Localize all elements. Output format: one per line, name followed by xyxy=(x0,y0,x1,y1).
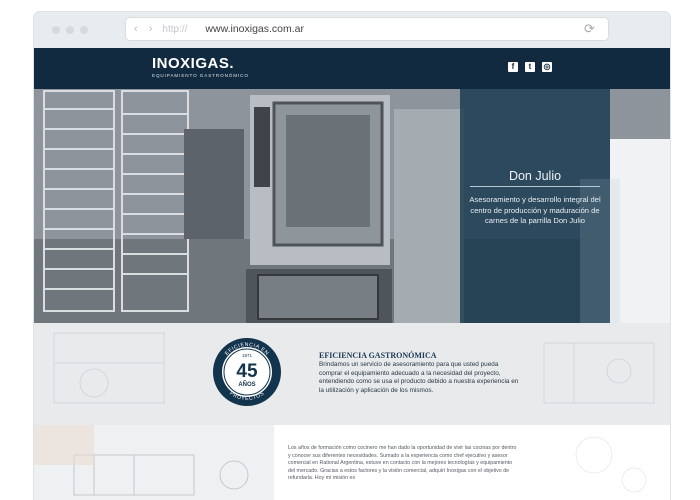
hero-banner: Don Julio Asesoramiento y desarrollo int… xyxy=(34,89,670,323)
address-bar[interactable]: ‹ › http:// www.inoxigas.com.ar xyxy=(126,18,608,40)
browser-toolbar: ‹ › http:// www.inoxigas.com.ar ⟳ xyxy=(34,12,670,48)
efficiency-title: EFICIENCIA GASTRONÓMICA xyxy=(319,351,437,360)
instagram-icon[interactable]: ◎ xyxy=(542,62,552,72)
website-content: INOXIGAS. EQUIPAMIENTO GASTRONÓMICO f t … xyxy=(34,48,670,500)
close-window-dot[interactable] xyxy=(52,26,60,34)
badge-unit: AÑOS xyxy=(238,381,255,388)
about-section: Los años de formación como cocinero me h… xyxy=(34,425,670,500)
logo-tagline: EQUIPAMIENTO GASTRONÓMICO xyxy=(152,73,249,78)
badge-since: 1971 xyxy=(242,353,253,358)
facebook-icon[interactable]: f xyxy=(508,62,518,72)
url-protocol: http:// xyxy=(162,23,188,35)
nav-arrows-icon[interactable]: ‹ › xyxy=(134,23,156,35)
hero-caption-panel: Don Julio Asesoramiento y desarrollo int… xyxy=(460,89,610,323)
hero-description: Asesoramiento y desarrollo integral del … xyxy=(469,195,601,225)
badge-number: 45 xyxy=(236,361,258,382)
hero-divider xyxy=(470,186,600,187)
logo-name: INOXIGAS. xyxy=(152,55,235,72)
twitter-icon[interactable]: t xyxy=(525,62,535,72)
browser-window: ‹ › http:// www.inoxigas.com.ar ⟳ INOXIG… xyxy=(34,12,670,500)
efficiency-text: Brindamos un servicio de asesoramiento p… xyxy=(319,361,519,394)
efficiency-section: EFICIENCIA EN PROYECTOS 1971 45 AÑOS EFI… xyxy=(34,323,670,425)
site-header: INOXIGAS. EQUIPAMIENTO GASTRONÓMICO f t … xyxy=(34,48,670,89)
social-links: f t ◎ xyxy=(508,62,552,72)
window-controls xyxy=(52,26,88,34)
minimize-window-dot[interactable] xyxy=(66,26,74,34)
hero-title: Don Julio xyxy=(508,169,562,183)
site-logo[interactable]: INOXIGAS. EQUIPAMIENTO GASTRONÓMICO xyxy=(152,55,249,79)
about-text: Los años de formación como cocinero me h… xyxy=(288,445,517,482)
refresh-icon[interactable]: ⟳ xyxy=(584,21,595,37)
maximize-window-dot[interactable] xyxy=(80,26,88,34)
anniversary-badge: EFICIENCIA EN PROYECTOS 1971 45 AÑOS xyxy=(213,338,281,406)
url-text[interactable]: www.inoxigas.com.ar xyxy=(205,23,304,35)
